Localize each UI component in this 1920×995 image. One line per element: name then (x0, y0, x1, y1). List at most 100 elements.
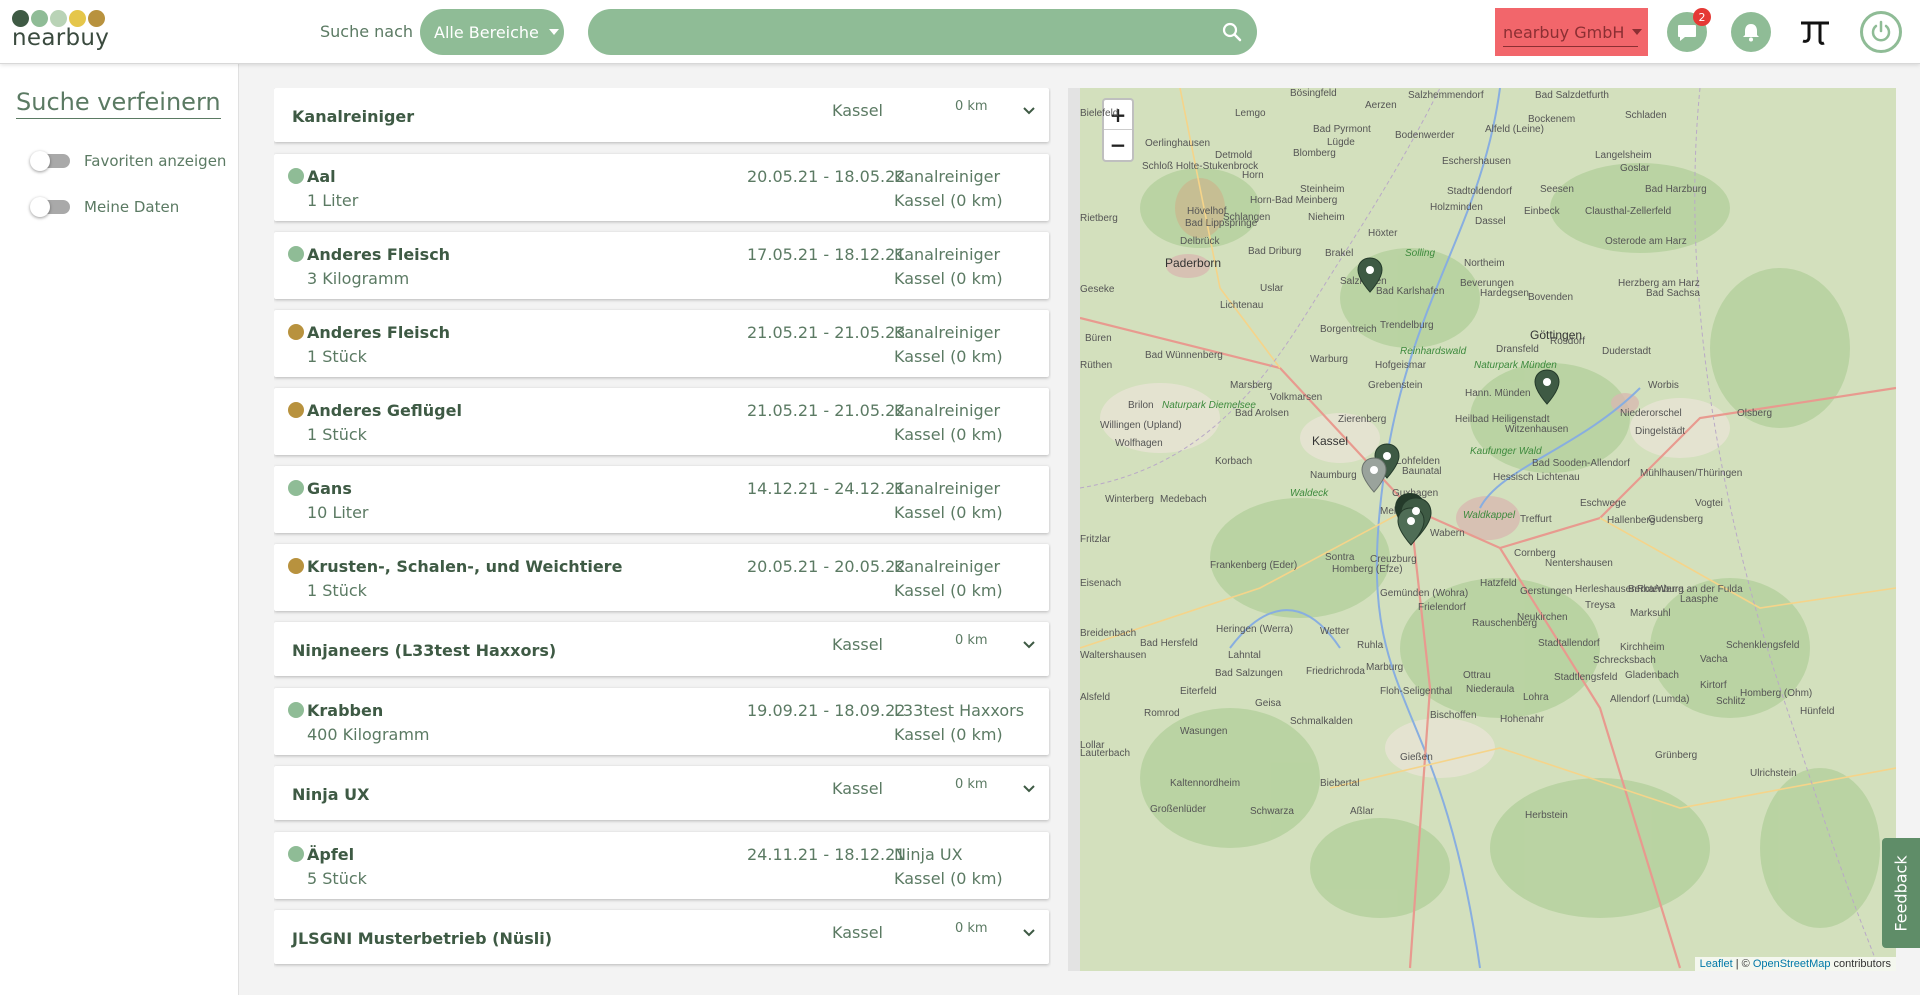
nearbuy-logo[interactable]: nearbuy (12, 10, 122, 54)
leaflet-link[interactable]: Leaflet (1700, 958, 1733, 970)
map-place-label: Marsberg (1230, 380, 1273, 391)
offer-item[interactable]: Krabben 400 Kilogramm 19.09.21 - 18.09.2… (274, 688, 1049, 755)
item-provider: Ninja UX (894, 845, 963, 864)
status-dot (288, 246, 304, 262)
user-brand-icon[interactable] (1797, 14, 1833, 50)
offer-item[interactable]: Anderes Geflügel 1 Stück 21.05.21 - 21.0… (274, 388, 1049, 455)
map-place-label: Hatzfeld (1480, 578, 1517, 589)
filter-sidebar: Suche verfeinern Favoriten anzeigen Mein… (0, 64, 239, 995)
zoom-out-button[interactable]: − (1104, 130, 1132, 160)
provider-distance: 0 km (955, 921, 988, 936)
chevron-down-icon[interactable] (1022, 782, 1036, 796)
map-place-label: Zierenberg (1338, 414, 1387, 425)
map-place-label: Treysa (1585, 600, 1616, 611)
chat-icon (1678, 25, 1696, 41)
map-place-label: Bösingfeld (1290, 88, 1337, 99)
map-place-label: Hövelhof (1187, 206, 1227, 217)
map-place-label: Paderborn (1165, 256, 1222, 270)
item-dates: 21.05.21 - 21.05.23 (747, 323, 906, 342)
chevron-down-icon[interactable] (1022, 638, 1036, 652)
map-place-label: Höxter (1368, 228, 1398, 239)
offer-item[interactable]: Äpfel 5 Stück 24.11.21 - 18.12.21 Ninja … (274, 832, 1049, 899)
favorites-toggle[interactable] (30, 151, 70, 171)
offer-item[interactable]: Anderes Fleisch 3 Kilogramm 17.05.21 - 1… (274, 232, 1049, 299)
feedback-tab[interactable]: Feedback (1882, 838, 1920, 948)
item-dates: 20.05.21 - 20.05.22 (747, 557, 906, 576)
company-selector[interactable]: nearbuy GmbH (1495, 8, 1648, 56)
map-place-label: Medebach (1160, 494, 1207, 505)
search-input[interactable] (588, 9, 1257, 55)
map-place-label: Bad Salzungen (1215, 668, 1283, 679)
map-place-label: Eiterfeld (1180, 686, 1217, 697)
map-place-label: Schrecksbach (1593, 655, 1656, 666)
offer-item[interactable]: Aal 1 Liter 20.05.21 - 18.05.22 Kanalrei… (274, 154, 1049, 221)
map-place-label: Dransfeld (1496, 344, 1539, 355)
map-place-label: Bad Driburg (1248, 246, 1302, 257)
map-place-label: Stadtlengsfeld (1554, 672, 1618, 683)
offer-item[interactable]: Anderes Fleisch 1 Stück 21.05.21 - 21.05… (274, 310, 1049, 377)
item-dates: 24.11.21 - 18.12.21 (747, 845, 906, 864)
map-place-label: Goslar (1620, 163, 1650, 174)
provider-distance: 0 km (955, 99, 988, 114)
provider-group-header[interactable]: Ninja UX Kassel 0 km (274, 766, 1049, 820)
map-place-label: Korbach (1215, 456, 1253, 467)
osm-link[interactable]: OpenStreetMap (1753, 958, 1831, 970)
map-place-label: Nentershausen (1545, 558, 1613, 569)
my-data-toggle-row[interactable]: Meine Daten (30, 197, 179, 217)
map-place-label: Wasungen (1180, 726, 1228, 737)
map-place-label: Lauterbach (1080, 748, 1131, 759)
map-place-label: Kirtorf (1700, 680, 1727, 691)
chevron-down-icon[interactable] (1022, 926, 1036, 940)
map-place-label: Bad Wünnenberg (1145, 350, 1223, 361)
item-provider: Kanalreiniger (894, 401, 1001, 420)
map-place-label: Marksuhl (1630, 608, 1671, 619)
notifications-button[interactable] (1731, 12, 1771, 52)
map-place-label: Langelsheim (1595, 150, 1652, 161)
favorites-toggle-row[interactable]: Favoriten anzeigen (30, 151, 226, 171)
map-tiles[interactable]: + − Bösingfeld Aerzen Salzhemmendorf Bad Sa… (1080, 88, 1896, 971)
map-place-label: Hessisch Lichtenau (1493, 472, 1580, 483)
map-place-label: Bad Sooden-Allendorf (1532, 458, 1630, 469)
map-place-label: Hofgeismar (1375, 360, 1427, 371)
status-dot (288, 324, 304, 340)
bell-icon (1743, 24, 1759, 42)
messages-badge: 2 (1693, 8, 1711, 26)
map-place-label: Wolfhagen (1115, 438, 1163, 449)
area-selector[interactable]: Alle Bereiche (420, 9, 564, 55)
map-place-label: Rosdorf (1550, 336, 1586, 347)
offer-item[interactable]: Krusten-, Schalen-, und Weichtiere 1 Stü… (274, 544, 1049, 611)
map-place-label: Bodenwerder (1395, 130, 1455, 141)
map-place-label: Friedrichroda (1306, 666, 1365, 677)
search-icon[interactable] (1222, 22, 1242, 42)
map-place-label: Uslar (1260, 283, 1284, 294)
item-quantity: 10 Liter (307, 503, 369, 522)
map-place-label: Naumburg (1310, 470, 1357, 481)
provider-group-header[interactable]: Kanalreiniger Kassel 0 km (274, 88, 1049, 142)
map-place-label: Schladen (1625, 110, 1667, 121)
my-data-toggle[interactable] (30, 197, 70, 217)
map-place-label: Büren (1085, 333, 1112, 344)
chevron-down-icon[interactable] (1022, 104, 1036, 118)
item-provider: Kanalreiniger (894, 557, 1001, 576)
map-place-label: Ulrichstein (1750, 768, 1797, 779)
item-quantity: 400 Kilogramm (307, 725, 430, 744)
messages-button[interactable]: 2 (1667, 8, 1711, 52)
map-place-label: Gemünden (Wohra) (1380, 588, 1469, 599)
map-place-label: Heringen (Werra) (1216, 624, 1294, 635)
map-panel[interactable]: + − Bösingfeld Aerzen Salzhemmendorf Bad Sa… (1068, 88, 1896, 971)
map-place-label: Allendorf (Lumda) (1610, 694, 1690, 705)
map-place-label: Detmold (1215, 150, 1253, 161)
map-place-label: Eschershausen (1442, 156, 1511, 167)
map-place-label: Einbeck (1524, 206, 1560, 217)
offer-item[interactable]: Gans 10 Liter 14.12.21 - 24.12.21 Kanalr… (274, 466, 1049, 533)
map-place-label: Homberg (Ohm) (1740, 688, 1813, 699)
map-place-label: Hann. Münden (1465, 388, 1531, 399)
map-place-label: Schlitz (1716, 696, 1746, 707)
map-place-label: Olsberg (1737, 408, 1773, 419)
logout-button[interactable] (1860, 11, 1902, 53)
map-place-label: Mühlhausen/Thüringen (1640, 468, 1743, 479)
provider-group-header[interactable]: JLSGNI Musterbetrieb (Nüsli) Kassel 0 km (274, 910, 1049, 964)
provider-group-header[interactable]: Ninjaneers (L33test Haxxors) Kassel 0 km (274, 622, 1049, 676)
item-name: Aal (307, 167, 336, 186)
item-provider: Kanalreiniger (894, 245, 1001, 264)
